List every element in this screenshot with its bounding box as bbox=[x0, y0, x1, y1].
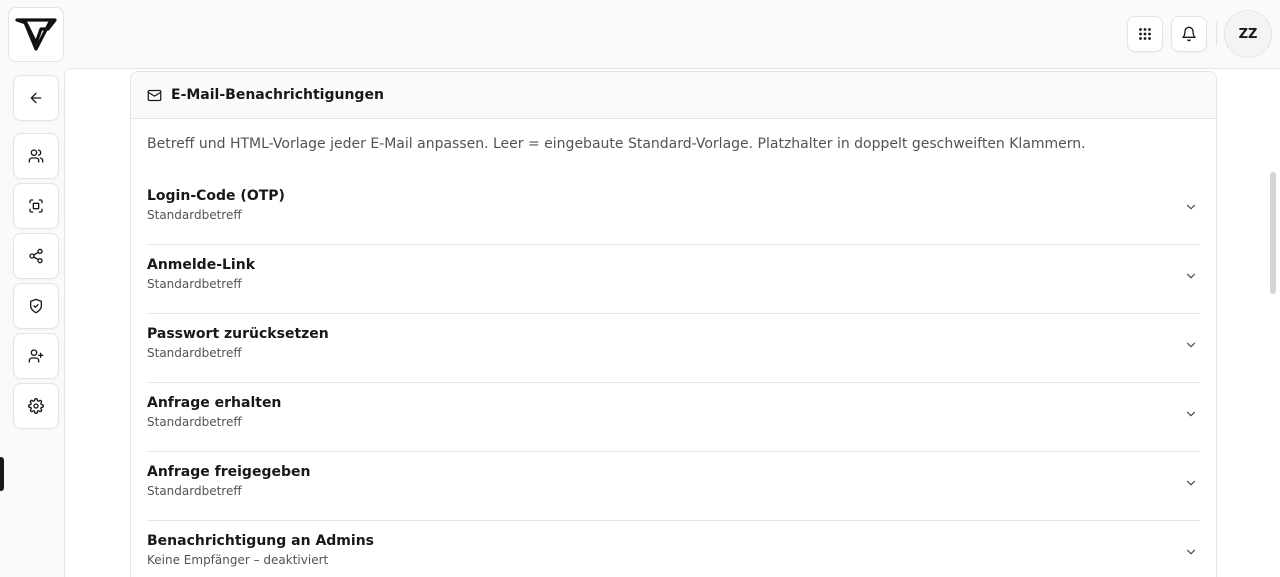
list-item[interactable]: Benachrichtigung an Admins Keine Empfäng… bbox=[147, 521, 1200, 577]
apps-button[interactable] bbox=[1127, 16, 1163, 52]
sidebar-item-add-user[interactable] bbox=[13, 333, 59, 379]
top-bar: ZZ bbox=[0, 0, 1280, 68]
sidebar-item-security[interactable] bbox=[13, 283, 59, 329]
active-nav-indicator bbox=[0, 457, 4, 491]
main-content: E-Mail-Benachrichtigungen Betreff und HT… bbox=[64, 68, 1280, 577]
chevron-down-icon[interactable] bbox=[1184, 338, 1198, 352]
list-item[interactable]: Anfrage erhalten Standardbetreff bbox=[147, 383, 1200, 452]
gear-icon bbox=[28, 398, 44, 414]
chevron-down-icon[interactable] bbox=[1184, 200, 1198, 214]
template-title: Benachrichtigung an Admins bbox=[147, 533, 374, 549]
email-notifications-card: E-Mail-Benachrichtigungen Betreff und HT… bbox=[130, 71, 1217, 577]
chevron-down-icon[interactable] bbox=[1184, 269, 1198, 283]
template-title: Passwort zurücksetzen bbox=[147, 326, 329, 342]
scan-face-icon bbox=[29, 199, 43, 213]
template-subtitle: Standardbetreff bbox=[147, 415, 242, 429]
notifications-button[interactable] bbox=[1171, 16, 1207, 52]
template-subtitle: Standardbetreff bbox=[147, 277, 242, 291]
template-title: Anfrage freigegeben bbox=[147, 464, 311, 480]
card-title: E-Mail-Benachrichtigungen bbox=[171, 87, 384, 103]
mail-icon bbox=[147, 89, 162, 101]
list-item[interactable]: Login-Code (OTP) Standardbetreff bbox=[147, 176, 1200, 245]
shield-check-icon bbox=[30, 298, 42, 314]
template-title: Anfrage erhalten bbox=[147, 395, 282, 411]
logo-icon bbox=[15, 17, 57, 51]
users-icon bbox=[28, 149, 44, 163]
user-plus-icon bbox=[28, 349, 44, 363]
template-subtitle: Keine Empfänger – deaktiviert bbox=[147, 553, 329, 567]
share-icon bbox=[29, 248, 43, 264]
chevron-down-icon[interactable] bbox=[1184, 407, 1198, 421]
sidebar-item-scan[interactable] bbox=[13, 183, 59, 229]
app-logo[interactable] bbox=[8, 7, 64, 62]
sidebar-item-share[interactable] bbox=[13, 233, 59, 279]
template-subtitle: Standardbetreff bbox=[147, 484, 242, 498]
page-scrollbar[interactable] bbox=[1270, 172, 1276, 294]
sidebar bbox=[0, 68, 64, 577]
card-header: E-Mail-Benachrichtigungen bbox=[131, 72, 1216, 119]
list-item[interactable]: Passwort zurücksetzen Standardbetreff bbox=[147, 314, 1200, 383]
arrow-left-icon bbox=[30, 92, 42, 104]
template-title: Anmelde-Link bbox=[147, 257, 256, 273]
list-item[interactable]: Anmelde-Link Standardbetreff bbox=[147, 245, 1200, 314]
bell-icon bbox=[1182, 26, 1196, 42]
sidebar-item-back[interactable] bbox=[13, 75, 59, 121]
apps-grid-icon bbox=[1139, 28, 1151, 40]
sidebar-item-users[interactable] bbox=[13, 133, 59, 179]
list-item[interactable]: Anfrage freigegeben Standardbetreff bbox=[147, 452, 1200, 521]
top-divider bbox=[1216, 22, 1217, 46]
template-list: Login-Code (OTP) Standardbetreff Anmelde… bbox=[147, 176, 1200, 577]
chevron-down-icon[interactable] bbox=[1184, 545, 1198, 559]
template-subtitle: Standardbetreff bbox=[147, 208, 242, 222]
user-avatar[interactable]: ZZ bbox=[1224, 10, 1272, 58]
chevron-down-icon[interactable] bbox=[1184, 476, 1198, 490]
template-subtitle: Standardbetreff bbox=[147, 346, 242, 360]
card-description: Betreff und HTML-Vorlage jeder E-Mail an… bbox=[147, 136, 1086, 152]
sidebar-item-settings[interactable] bbox=[13, 383, 59, 429]
template-title: Login-Code (OTP) bbox=[147, 188, 285, 204]
